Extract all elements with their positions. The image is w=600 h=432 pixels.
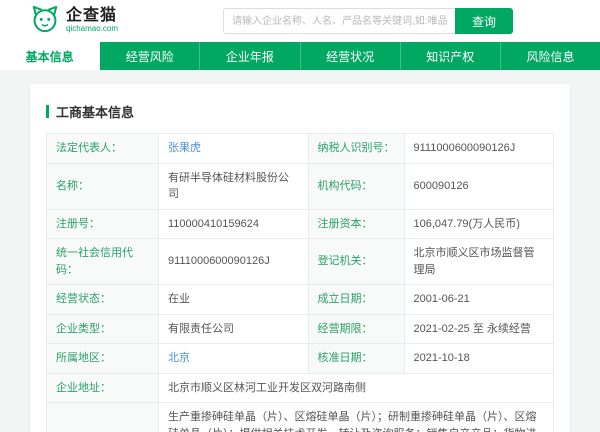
field-label: 登记机关： <box>307 238 405 285</box>
business-scope-value: 生产重掺砷硅单晶（片）、区熔硅单晶（片）；研制重掺砷硅单晶（片）、区熔硅单晶（片… <box>158 402 554 432</box>
field-label: 企业类型： <box>46 313 159 344</box>
field-label: 注册号： <box>46 208 159 239</box>
company-address-value: 北京市顺义区林河工业开发区双河路南侧 <box>158 372 554 403</box>
field-value: 2021-02-25 至 永续经营 <box>403 313 554 344</box>
field-label: 所属地区： <box>46 343 159 374</box>
table-row-business-scope: 经营范围： 生产重掺砷硅单晶（片）、区熔硅单晶（片）；研制重掺砷硅单晶（片）、区… <box>46 402 554 432</box>
table-row-address: 企业地址： 北京市顺义区林河工业开发区双河路南侧 <box>46 372 554 403</box>
search-bar: 查询 <box>223 8 514 34</box>
brand-domain: qichamao.com <box>66 24 119 34</box>
field-value: 9111000600090126J <box>158 238 309 285</box>
field-label: 机构代码： <box>307 162 405 210</box>
tab-business-risk[interactable]: 经营风险 <box>100 42 201 70</box>
main-nav: 基本信息 经营风险 企业年报 经营状况 知识产权 风险信息 <box>0 42 600 70</box>
region-link[interactable]: 北京 <box>158 343 309 374</box>
table-row: 经营状态： 在业 成立日期： 2001-06-21 <box>46 284 554 315</box>
field-value: 有限责任公司 <box>158 313 309 344</box>
section-title: 工商基本信息 <box>46 102 554 121</box>
brand-name: 企查猫 <box>66 7 118 25</box>
table-row: 注册号： 110000410159624 注册资本： 106,047.79(万人… <box>46 208 554 239</box>
field-value: 106,047.79(万人民币) <box>403 208 554 239</box>
table-row: 企业类型： 有限责任公司 经营期限： 2021-02-25 至 永续经营 <box>46 313 554 344</box>
field-value: 110000410159624 <box>158 208 309 239</box>
table-row: 所属地区： 北京 核准日期： 2021-10-18 <box>46 343 554 374</box>
field-label: 经营状态： <box>46 284 159 315</box>
table-row: 统一社会信用代码： 9111000600090126J 登记机关： 北京市顺义区… <box>46 238 554 285</box>
field-label: 名称： <box>46 162 159 210</box>
tab-business-status[interactable]: 经营状况 <box>301 42 401 70</box>
field-label: 企业地址： <box>46 372 159 403</box>
field-value: 2001-06-21 <box>403 284 554 315</box>
field-label: 成立日期： <box>307 284 405 315</box>
tab-annual-report[interactable]: 企业年报 <box>200 42 301 70</box>
legal-rep-link[interactable]: 张果虎 <box>158 133 309 164</box>
field-label: 注册资本： <box>307 208 405 239</box>
field-label: 纳税人识别号： <box>307 133 405 164</box>
field-label: 法定代表人： <box>46 133 159 164</box>
logo-text: 企查猫 qichamao.com <box>66 7 119 34</box>
field-value: 2021-10-18 <box>403 343 554 374</box>
table-row: 名称： 有研半导体硅材料股份公司 机构代码： 600090126 <box>46 162 554 210</box>
cat-logo-icon <box>30 4 60 39</box>
business-info-card: 工商基本信息 法定代表人： 张果虎 纳税人识别号： 91110006000901… <box>30 84 570 432</box>
field-value: 北京市顺义区市场监督管理局 <box>403 238 554 285</box>
search-input[interactable] <box>223 8 456 34</box>
tab-risk-info[interactable]: 风险信息 <box>501 42 600 70</box>
tab-intellectual-property[interactable]: 知识产权 <box>401 42 501 70</box>
tab-basic-info[interactable]: 基本信息 <box>0 42 101 70</box>
search-button[interactable]: 查询 <box>455 8 514 34</box>
section-title-text: 工商基本信息 <box>56 105 135 120</box>
top-header: 企查猫 qichamao.com 查询 <box>0 0 600 42</box>
qichamao-logo[interactable]: 企查猫 qichamao.com <box>30 4 118 39</box>
field-value: 有研半导体硅材料股份公司 <box>158 162 309 210</box>
table-row: 法定代表人： 张果虎 纳税人识别号： 9111000600090126J <box>46 133 554 164</box>
field-label: 经营期限： <box>307 313 405 344</box>
title-accent-bar <box>46 105 49 118</box>
field-value: 在业 <box>158 284 309 315</box>
business-info-table: 法定代表人： 张果虎 纳税人识别号： 9111000600090126J 名称：… <box>46 133 554 432</box>
field-label: 核准日期： <box>307 343 405 374</box>
field-label: 经营范围： <box>46 402 159 432</box>
field-value: 600090126 <box>403 162 554 210</box>
field-value: 9111000600090126J <box>403 133 554 164</box>
field-label: 统一社会信用代码： <box>46 238 159 285</box>
